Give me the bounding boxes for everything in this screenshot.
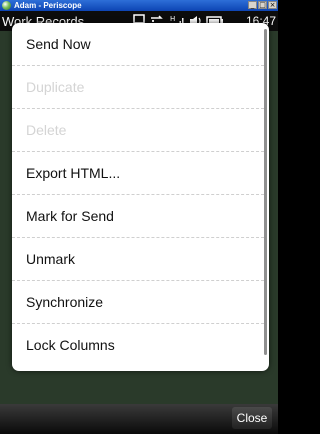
context-menu: Send Now Duplicate Delete Export HTML...… <box>12 23 269 371</box>
window-controls: _ □ × <box>247 1 277 9</box>
app-icon <box>2 1 11 10</box>
menu-item-unmark[interactable]: Unmark <box>12 238 264 281</box>
soft-key-bar: Close <box>0 404 278 434</box>
menu-item-lock-columns[interactable]: Lock Columns <box>12 324 264 367</box>
menu-item-delete: Delete <box>12 109 264 152</box>
window-title-bar[interactable]: Adam - Periscope _ □ × <box>0 0 278 11</box>
window-title: Adam - Periscope <box>14 1 82 10</box>
menu-scrollbar[interactable] <box>264 29 267 355</box>
svg-text:H: H <box>170 15 175 23</box>
menu-item-export-html[interactable]: Export HTML... <box>12 152 264 195</box>
menu-item-mark-for-send[interactable]: Mark for Send <box>12 195 264 238</box>
minimize-button[interactable]: _ <box>248 1 257 9</box>
close-button[interactable]: Close <box>232 407 272 429</box>
maximize-button[interactable]: □ <box>258 1 267 9</box>
menu-item-send-now[interactable]: Send Now <box>12 23 264 66</box>
app-window: Adam - Periscope _ □ × Work Records H 16… <box>0 0 278 434</box>
close-window-button[interactable]: × <box>268 1 277 9</box>
menu-item-synchronize[interactable]: Synchronize <box>12 281 264 324</box>
menu-item-duplicate: Duplicate <box>12 66 264 109</box>
